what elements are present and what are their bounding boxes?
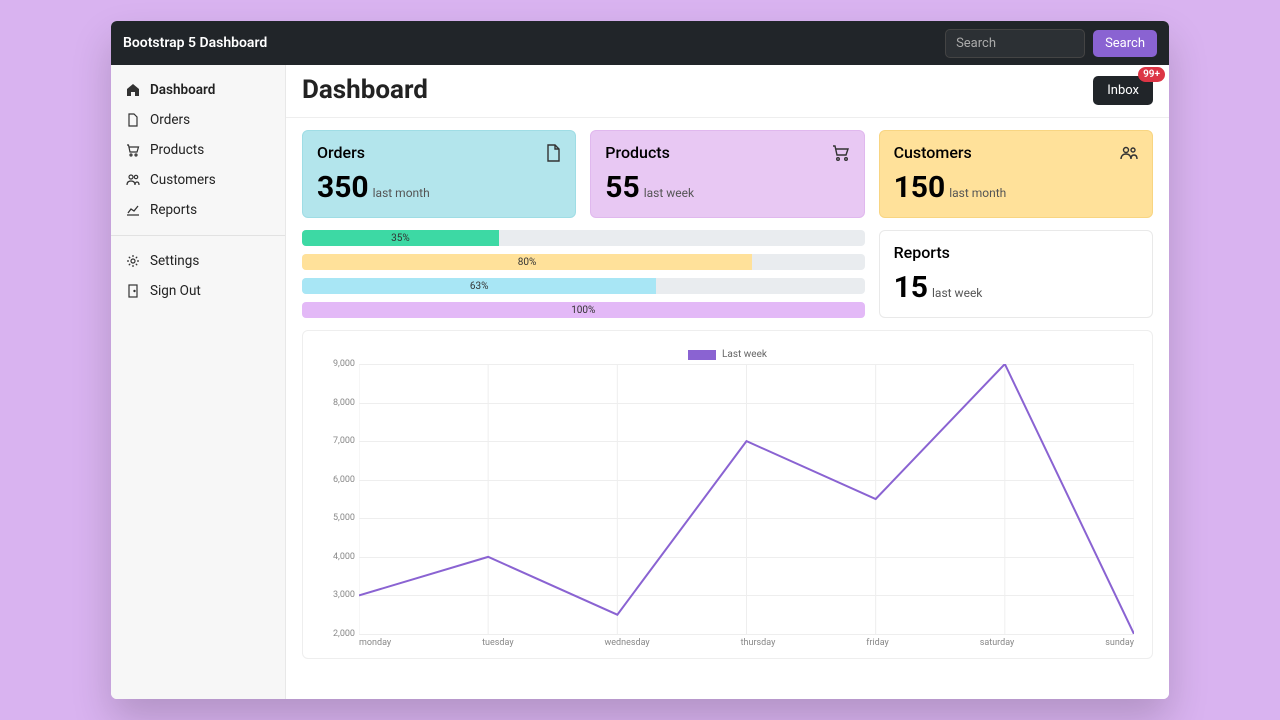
card-value: 55 xyxy=(605,170,639,205)
top-row: Orders 350 last month Products 55 last wee… xyxy=(302,130,1153,318)
y-tick-label: 7,000 xyxy=(321,436,355,446)
legend-label: Last week xyxy=(722,349,767,360)
progress-bar: 80% xyxy=(302,254,865,270)
y-tick-label: 3,000 xyxy=(321,590,355,600)
sidebar-item-sign-out[interactable]: Sign Out xyxy=(111,276,285,306)
y-tick-label: 2,000 xyxy=(321,629,355,639)
inbox-badge: 99+ xyxy=(1138,67,1165,82)
sidebar-item-label: Reports xyxy=(150,202,197,218)
card-value: 350 xyxy=(317,170,369,205)
users-icon xyxy=(125,173,140,188)
topbar: Bootstrap 5 Dashboard Search xyxy=(111,21,1169,65)
progress-fill: 63% xyxy=(302,278,656,294)
y-tick-label: 4,000 xyxy=(321,552,355,562)
home-icon xyxy=(125,83,140,98)
chart-card: Last week 2,0003,0004,0005,0006,0007,000… xyxy=(302,330,1153,659)
sidebar-item-label: Sign Out xyxy=(150,283,201,299)
brand: Bootstrap 5 Dashboard xyxy=(123,35,267,51)
app-window: Bootstrap 5 Dashboard Search Dashboard Or… xyxy=(111,21,1169,699)
x-tick-label: thursday xyxy=(741,638,776,648)
sidebar-item-label: Settings xyxy=(150,253,199,269)
sidebar-item-reports[interactable]: Reports xyxy=(111,195,285,225)
sidebar-item-label: Customers xyxy=(150,172,216,188)
page-title: Dashboard xyxy=(302,75,428,105)
card-value: 150 xyxy=(894,170,946,205)
content: Orders 350 last month Products 55 last wee… xyxy=(286,118,1169,671)
card-title: Reports xyxy=(894,243,950,262)
left-column: Orders 350 last month Products 55 last wee… xyxy=(302,130,865,318)
card-title: Products xyxy=(605,143,670,162)
y-tick-label: 6,000 xyxy=(321,475,355,485)
card-title: Orders xyxy=(317,143,365,162)
progress-bar: 63% xyxy=(302,278,865,294)
progress-fill: 35% xyxy=(302,230,499,246)
card-orders: Orders 350 last month xyxy=(302,130,576,218)
sidebar-item-label: Products xyxy=(150,142,204,158)
card-period: last month xyxy=(373,186,430,200)
y-tick-label: 5,000 xyxy=(321,513,355,523)
card-title: Customers xyxy=(894,143,972,162)
y-tick-label: 9,000 xyxy=(321,359,355,369)
search-button[interactable]: Search xyxy=(1093,30,1157,57)
search-area: Search xyxy=(945,29,1157,58)
sidebar-item-products[interactable]: Products xyxy=(111,135,285,165)
chart-legend: Last week xyxy=(321,349,1134,360)
sidebar-item-label: Orders xyxy=(150,112,190,128)
sidebar-item-label: Dashboard xyxy=(150,82,215,98)
progress-bar: 35% xyxy=(302,230,865,246)
sidebar-item-settings[interactable]: Settings xyxy=(111,246,285,276)
file-icon xyxy=(125,113,140,128)
x-tick-label: friday xyxy=(866,638,889,648)
inbox-button[interactable]: Inbox 99+ xyxy=(1093,76,1153,105)
inbox-label: Inbox xyxy=(1107,83,1139,98)
door-icon xyxy=(125,284,140,299)
sidebar: DashboardOrdersProductsCustomersReports … xyxy=(111,65,286,699)
card-period: last week xyxy=(644,186,694,200)
progress-fill: 100% xyxy=(302,302,865,318)
sidebar-item-customers[interactable]: Customers xyxy=(111,165,285,195)
progress-stack: 35% 80% 63% 100% xyxy=(302,230,865,318)
chart-plot-area: 2,0003,0004,0005,0006,0007,0008,0009,000 xyxy=(359,364,1134,634)
x-tick-label: saturday xyxy=(980,638,1015,648)
users-icon xyxy=(1120,146,1138,160)
sidebar-divider xyxy=(111,235,285,236)
progress-bar: 100% xyxy=(302,302,865,318)
page-header: Dashboard Inbox 99+ xyxy=(286,65,1169,118)
sidebar-item-orders[interactable]: Orders xyxy=(111,105,285,135)
card-value: 15 xyxy=(894,270,928,305)
card-customers: Customers 150last month xyxy=(879,130,1153,218)
cards-row: Orders 350 last month Products 55 last wee… xyxy=(302,130,865,218)
x-tick-label: monday xyxy=(359,638,391,648)
card-reports: Reports 15 last week xyxy=(879,230,1153,318)
y-tick-label: 8,000 xyxy=(321,398,355,408)
file-icon xyxy=(545,144,561,162)
x-tick-label: tuesday xyxy=(482,638,514,648)
sidebar-item-dashboard[interactable]: Dashboard xyxy=(111,75,285,105)
x-tick-label: wednesday xyxy=(605,638,650,648)
chart-line xyxy=(359,364,1134,634)
gear-icon xyxy=(125,254,140,269)
search-input[interactable] xyxy=(945,29,1085,58)
right-column: Customers 150last month Reports 15 last w… xyxy=(879,130,1153,318)
cart-icon xyxy=(832,145,850,161)
cart-icon xyxy=(125,143,140,158)
progress-fill: 80% xyxy=(302,254,752,270)
card-period: last week xyxy=(932,286,982,300)
main: Dashboard Inbox 99+ Orders 350 last month xyxy=(286,65,1169,699)
x-tick-label: sunday xyxy=(1105,638,1134,648)
chart-icon xyxy=(125,203,140,218)
card-products: Products 55 last week xyxy=(590,130,864,218)
legend-swatch xyxy=(688,350,716,360)
body: Dashboard Orders Products Customers Reports … xyxy=(111,65,1169,699)
card-period: last month xyxy=(949,186,1006,200)
chart-x-labels: monday tuesday wednesday thursday friday satu… xyxy=(359,638,1134,648)
